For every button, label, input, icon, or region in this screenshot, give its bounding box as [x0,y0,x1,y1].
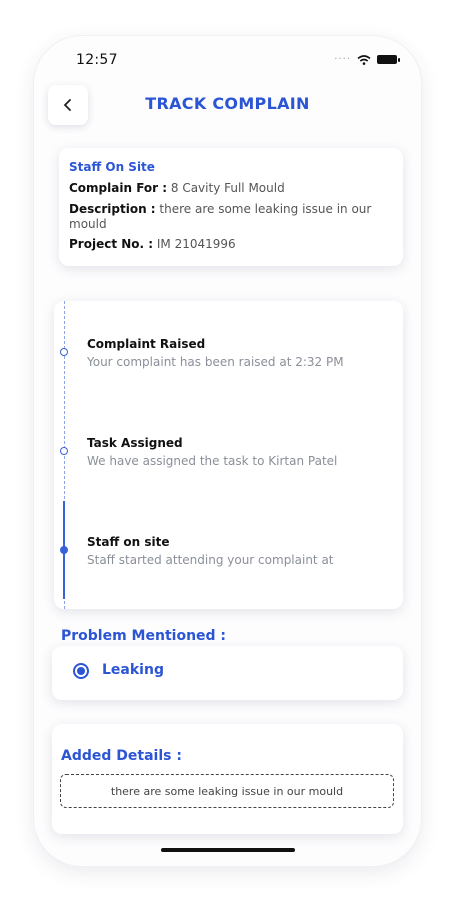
details-card: Added Details : there are some leaking i… [52,724,403,834]
timeline-step-title: Task Assigned [87,436,183,450]
complaint-info-card: Staff On Site Complain For : 8 Cavity Fu… [59,148,403,266]
project-value: IM 21041996 [156,237,236,251]
timeline-card: Complaint Raised Your complaint has been… [54,301,403,609]
timeline-step-title: Staff on site [87,535,170,549]
project-label: Project No. : [69,237,154,251]
problem-card: Leaking [52,646,403,700]
timeline-node [60,447,68,455]
details-section-label: Added Details : [61,748,182,764]
radio-selected-dot [77,667,85,675]
phone-frame: 12:57 ···· TRACK COMPLAIN Staff On Site … [34,36,421,866]
complain-for-label: Complain For : [69,181,168,195]
signal-icon: ···· [334,54,351,65]
problem-section-label: Problem Mentioned : [61,628,227,644]
status-time: 12:57 [76,52,118,68]
complain-for-value: 8 Cavity Full Mould [170,181,285,195]
timeline-step-desc: We have assigned the task to Kirtan Pate… [87,454,338,468]
battery-icon [377,55,400,64]
home-indicator [161,848,295,852]
complain-for-row: Complain For : 8 Cavity Full Mould [69,181,389,196]
description-label: Description : [69,202,156,216]
status-icons: ···· [334,54,400,65]
description-row: Description : there are some leaking iss… [69,202,389,232]
wifi-icon [357,54,371,65]
page-title: TRACK COMPLAIN [145,94,310,113]
site-status-label: Staff On Site [69,160,155,174]
timeline-step-title: Complaint Raised [87,337,206,351]
details-text-box: there are some leaking issue in our moul… [60,774,394,808]
problem-option-label[interactable]: Leaking [102,662,164,678]
timeline-node-active [60,546,68,554]
timeline-node [60,348,68,356]
radio-button[interactable] [73,663,89,679]
timeline-step-desc: Your complaint has been raised at 2:32 P… [87,355,344,369]
timeline-step-desc: Staff started attending your complaint a… [87,553,334,567]
project-row: Project No. : IM 21041996 [69,237,389,252]
